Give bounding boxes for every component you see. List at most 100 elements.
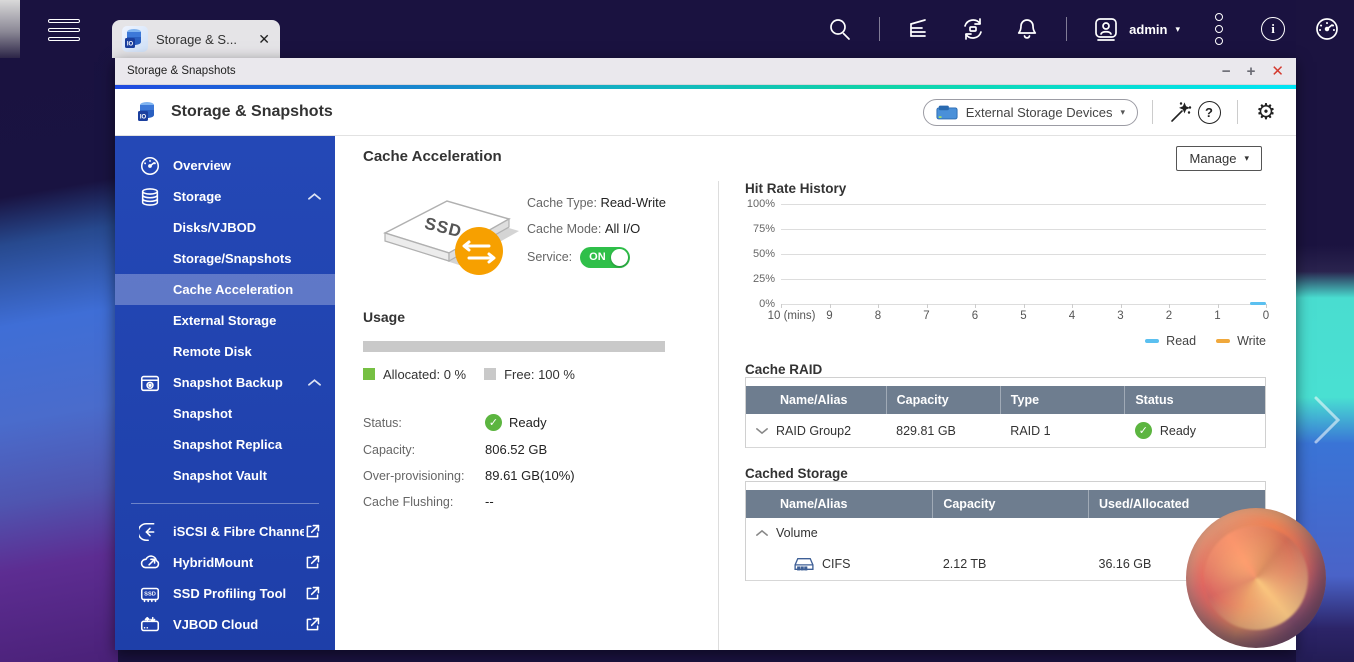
chevron-down-icon[interactable]: [756, 427, 768, 435]
info-icon[interactable]: i: [1258, 14, 1288, 44]
usage-details: Status:✓ReadyCapacity:806.52 GBOver-prov…: [363, 414, 692, 509]
sidebar-item-label: Remote Disk: [173, 344, 321, 359]
service-toggle[interactable]: ON: [580, 247, 630, 268]
sidebar-item-cache-acceleration[interactable]: Cache Acceleration: [115, 274, 335, 305]
sidebar-item-snapshot[interactable]: Snapshot: [115, 398, 335, 429]
toggle-knob: [611, 249, 628, 266]
sidebar-item-label: HybridMount: [173, 555, 304, 570]
tab-label: Storage & S...: [156, 32, 250, 47]
dashboard-icon[interactable]: [1312, 14, 1342, 44]
usage-detail-row: Cache Flushing:--: [363, 494, 692, 509]
storage-app-icon: IO: [122, 26, 148, 52]
cached-storage-group-row[interactable]: Volume: [746, 518, 1265, 548]
header-divider: [1152, 100, 1153, 124]
column-header-name-alias[interactable]: Name/Alias: [746, 490, 933, 518]
usage-progress-bar: [363, 341, 665, 352]
sidebar-item-snapshot-backup[interactable]: Snapshot Backup: [115, 367, 335, 398]
column-header-name-alias[interactable]: Name/Alias: [746, 386, 886, 414]
storage-app-icon: IO: [135, 99, 161, 125]
sidebar-divider: [131, 503, 319, 504]
sidebar-item-label: SSD Profiling Tool: [173, 586, 304, 601]
main-menu-icon[interactable]: [48, 19, 80, 41]
free-swatch: [484, 368, 496, 380]
admin-label: admin: [1129, 22, 1167, 37]
chart-gridline: [781, 254, 1266, 255]
window-close-icon[interactable]: ✕: [1271, 64, 1284, 79]
sidebar-item-vjbod-cloud[interactable]: VJBOD Cloud: [115, 609, 335, 640]
admin-menu[interactable]: admin ▾: [1091, 14, 1180, 44]
sidebar-item-disks-vjbod[interactable]: Disks/VJBOD: [115, 212, 335, 243]
sync-icon[interactable]: [958, 14, 988, 44]
chart-gridline: [781, 229, 1266, 230]
notification-bell-icon[interactable]: [1012, 14, 1042, 44]
column-header-capacity[interactable]: Capacity: [933, 490, 1089, 518]
sidebar-item-iscsi-fibre-channel[interactable]: iSCSI & Fibre Channel: [115, 516, 335, 547]
sidebar-item-storage-snapshots[interactable]: Storage/Snapshots: [115, 243, 335, 274]
sidebar-item-external-storage[interactable]: External Storage: [115, 305, 335, 336]
sidebar-item-label: Storage/Snapshots: [173, 251, 321, 266]
device-selector-dropdown[interactable]: External Storage Devices ▾: [923, 99, 1138, 126]
help-icon[interactable]: ?: [1195, 98, 1223, 126]
external-link-icon[interactable]: [304, 554, 321, 571]
background-tasks-icon[interactable]: [904, 14, 934, 44]
sidebar-item-label: VJBOD Cloud: [173, 617, 304, 632]
svg-text:IO: IO: [140, 115, 147, 121]
sidebar-item-snapshot-vault[interactable]: Snapshot Vault: [115, 460, 335, 491]
external-link-icon[interactable]: [304, 585, 321, 602]
external-link-icon[interactable]: [304, 523, 321, 540]
tab-close-icon[interactable]: ✕: [258, 31, 270, 48]
cache-raid-row[interactable]: RAID Group2829.81 GBRAID 1✓Ready: [746, 414, 1265, 448]
sidebar-item-label: Storage: [173, 189, 308, 204]
sidebar-nav: Overview Storage Disks/VJBOD Storage/Snapsh…: [115, 136, 335, 650]
chart-y-label: 75%: [743, 223, 775, 235]
search-icon[interactable]: [825, 14, 855, 44]
column-header-status[interactable]: Status: [1125, 386, 1265, 414]
iscsi-icon: [139, 521, 161, 543]
cache-summary-column: SSD Cache Type: Read-Write Cache Mode: Al…: [363, 181, 719, 650]
ssd-illustration: SSD: [363, 181, 521, 281]
sidebar-item-label: iSCSI & Fibre Channel: [173, 524, 304, 539]
caret-down-icon: ▾: [1244, 153, 1249, 164]
sidebar-item-snapshot-replica[interactable]: Snapshot Replica: [115, 429, 335, 460]
sidebar-item-label: Cache Acceleration: [173, 282, 321, 297]
cache-info-row: Cache Type: Read-Write: [527, 195, 666, 210]
settings-gear-icon[interactable]: ⚙: [1252, 98, 1280, 126]
column-header-capacity[interactable]: Capacity: [886, 386, 1000, 414]
chart-x-label: 9: [826, 310, 832, 322]
more-dots-icon[interactable]: [1204, 14, 1234, 44]
minimize-icon[interactable]: −: [1222, 64, 1231, 79]
cache-stats-column: Hit Rate History 100%75%50%25%0% 10 (min…: [719, 181, 1266, 650]
cache-raid-table: Name/AliasCapacityTypeStatusRAID Group28…: [746, 386, 1265, 448]
chart-x-label: 3: [1117, 310, 1123, 322]
column-header-type[interactable]: Type: [1000, 386, 1125, 414]
main-content: Cache Acceleration Manage▾ SSD Cache Typ…: [335, 136, 1296, 650]
maximize-icon[interactable]: +: [1247, 64, 1256, 79]
sidebar-item-overview[interactable]: Overview: [115, 150, 335, 181]
usage-detail-row: Capacity:806.52 GB: [363, 442, 692, 457]
usage-legend: Allocated: 0 % Free: 100 %: [363, 367, 692, 382]
chart-y-label: 100%: [743, 198, 775, 210]
manage-button[interactable]: Manage▾: [1176, 146, 1262, 171]
window-titlebar[interactable]: Storage & Snapshots − + ✕: [115, 58, 1296, 85]
sidebar-item-storage[interactable]: Storage: [115, 181, 335, 212]
sidebar-item-ssd-profiling-tool[interactable]: SSDSSD Profiling Tool: [115, 578, 335, 609]
gauge-icon: [139, 155, 161, 177]
chart-x-label: 4: [1069, 310, 1075, 322]
sidebar-item-hybridmount[interactable]: HybridMount: [115, 547, 335, 578]
external-link-icon[interactable]: [304, 616, 321, 633]
chart-x-label: 0: [1263, 310, 1269, 322]
app-tab-storage-snapshots[interactable]: IO Storage & S... ✕: [112, 20, 280, 58]
storage-disks-icon: [139, 186, 161, 208]
chevron-up-icon[interactable]: [308, 378, 321, 387]
next-desktop-chevron-icon[interactable]: [1310, 392, 1344, 448]
sidebar-item-label: Snapshot: [173, 406, 321, 421]
chart-x-label: 6: [972, 310, 978, 322]
sidebar-item-label: Overview: [173, 158, 321, 173]
sidebar-item-remote-disk[interactable]: Remote Disk: [115, 336, 335, 367]
chevron-up-icon[interactable]: [756, 529, 768, 537]
chevron-up-icon[interactable]: [308, 192, 321, 201]
wand-icon[interactable]: [1167, 98, 1195, 126]
desktop: { "glyphs": {"minimize":"−","maximize":"…: [0, 0, 1354, 662]
app-title: Storage & Snapshots: [171, 103, 923, 121]
cache-info-row: Cache Mode: All I/O: [527, 221, 666, 236]
